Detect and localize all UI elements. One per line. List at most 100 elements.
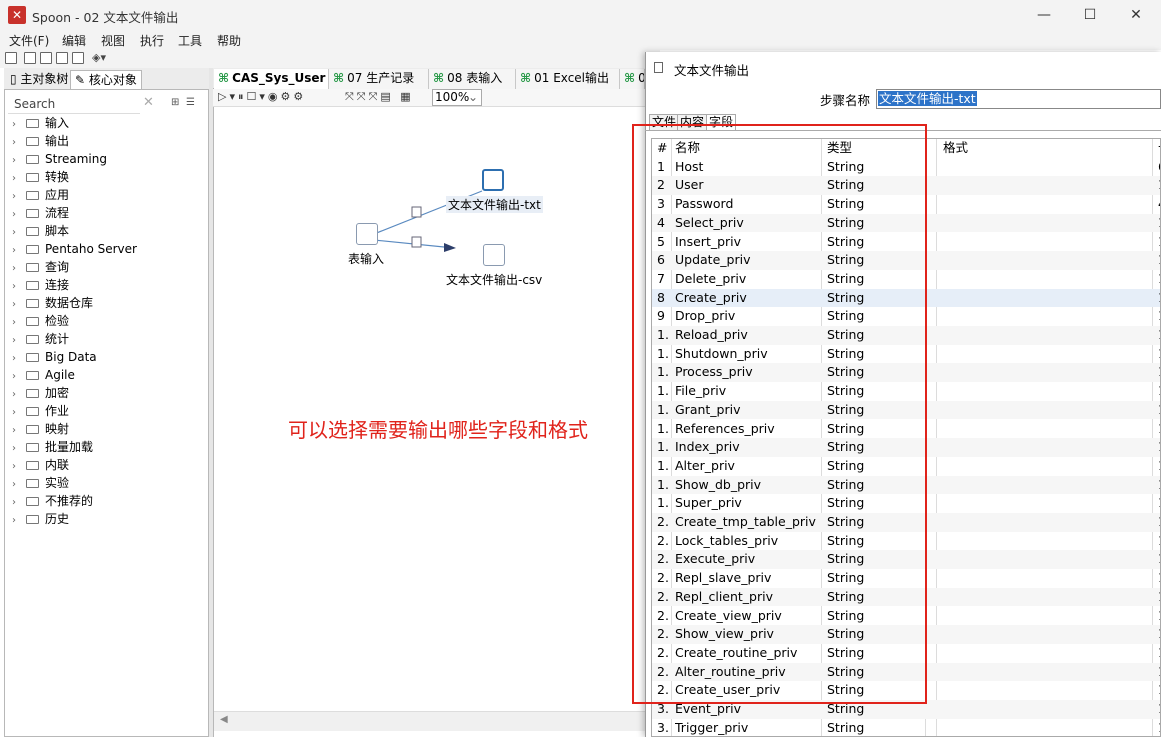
maximize-button[interactable]: ☐ [1067,0,1113,30]
chevron-right-icon[interactable]: › [12,512,26,530]
tab-overflow[interactable]: ⌘0 [620,69,645,89]
field-name-cell[interactable]: Trigger_priv [675,719,819,736]
tree-item[interactable]: › 加密 [12,384,69,402]
tree-item[interactable]: › 检验 [12,312,69,330]
scroll-left-icon[interactable]: ◀ [220,714,228,725]
save-as-icon[interactable] [72,52,84,64]
tree-item[interactable]: › 数据仓库 [12,294,93,312]
tree-item-label: 作业 [45,404,70,418]
field-format-cell[interactable] [943,700,1143,719]
tab-production-record[interactable]: ⌘ 07 生产记录 [329,69,429,89]
field-format-cell[interactable] [943,719,1143,736]
tree-item[interactable]: › 流程 [12,204,69,222]
menu-run[interactable]: 执行 [140,32,164,49]
close-button[interactable]: ✕ [1113,0,1159,30]
analyze-icons[interactable]: ⤧⤧⤧▤ ▦ [345,90,414,104]
new-file-icon[interactable] [5,52,17,64]
save-icon[interactable] [56,52,68,64]
tree-item[interactable]: › 作业 [12,402,69,420]
field-type-cell[interactable]: String [827,719,922,736]
field-format-cell[interactable] [943,494,1143,513]
horizontal-scrollbar[interactable] [214,711,660,731]
field-format-cell[interactable] [943,195,1143,214]
table-row[interactable]: 3.Trigger_privString1 [652,719,1160,736]
field-format-cell[interactable] [943,513,1143,532]
search-input[interactable]: Search [8,94,140,114]
collapse-all-icon[interactable]: ☰ [186,97,195,108]
tree-item[interactable]: › Pentaho Server [12,240,137,258]
field-format-cell[interactable] [943,214,1143,233]
field-format-cell[interactable] [943,681,1143,700]
field-format-cell[interactable] [943,457,1143,476]
menu-file[interactable]: 文件(F) [9,32,49,49]
open-file-icon[interactable] [24,52,36,64]
field-format-cell[interactable] [943,289,1143,308]
clear-search-icon[interactable]: ✕ [143,95,154,110]
tree-item[interactable]: › 历史 [12,510,69,528]
menu-edit[interactable]: 编辑 [62,32,86,49]
zoom-select[interactable]: 100% ⌄ [432,89,482,106]
tree-item[interactable]: › 不推荐的 [12,492,93,510]
folder-icon [26,497,39,506]
field-format-cell[interactable] [943,251,1143,270]
field-format-cell[interactable] [943,438,1143,457]
field-format-cell[interactable] [943,476,1143,495]
field-format-cell[interactable] [943,326,1143,345]
minimize-button[interactable]: — [1021,0,1067,30]
tree-item[interactable]: › Streaming [12,150,107,168]
step-name-value: 文本文件输出-txt [878,91,977,106]
field-format-cell[interactable] [943,270,1143,289]
step-name-input[interactable]: 文本文件输出-txt [876,89,1161,109]
field-format-cell[interactable] [943,588,1143,607]
menu-view[interactable]: 视图 [101,32,125,49]
field-format-cell[interactable] [943,663,1143,682]
field-format-cell[interactable] [943,307,1143,326]
folder-icon [26,191,39,200]
field-format-cell[interactable] [943,420,1143,439]
tree-item[interactable]: › 应用 [12,186,69,204]
tree-item[interactable]: › 实验 [12,474,69,492]
table-input-step-icon[interactable] [356,223,378,245]
field-format-cell[interactable] [943,644,1143,663]
tree-item[interactable]: › 查询 [12,258,69,276]
tree-item[interactable]: › 脚本 [12,222,69,240]
field-format-cell[interactable] [943,382,1143,401]
tree-item[interactable]: › 统计 [12,330,69,348]
tree-item[interactable]: › 输入 [12,114,69,132]
tree-item[interactable]: › 转换 [12,168,69,186]
menu-tools[interactable]: 工具 [178,32,202,49]
field-format-cell[interactable] [943,363,1143,382]
tab-cas-sys-user[interactable]: ⌘ CAS_Sys_User [214,69,329,89]
menu-help[interactable]: 帮助 [217,32,241,49]
tab-main-tree[interactable]: ▯ 主对象树 [6,70,72,89]
tree-item[interactable]: › 内联 [12,456,69,474]
tree-item-label: 内联 [45,458,70,472]
text-output-txt-step-icon[interactable] [482,169,504,191]
tree-item[interactable]: › 输出 [12,132,69,150]
field-format-cell[interactable] [943,158,1143,177]
tree-item[interactable]: › 批量加载 [12,438,93,456]
layers-dropdown-icon[interactable]: ◈▾ [92,51,106,64]
text-output-csv-step-icon[interactable] [483,244,505,266]
expand-all-icon[interactable]: ⊞ [171,97,179,108]
tree-item[interactable]: › 映射 [12,420,69,438]
field-format-cell[interactable] [943,176,1143,195]
tree-item[interactable]: › Big Data [12,348,97,366]
tab-table-input[interactable]: ⌘ 08 表输入 [429,69,516,89]
field-format-cell[interactable] [943,569,1143,588]
run-controls-icon[interactable]: ▷▾⏸☐▾◉⚙⚙ [218,90,306,104]
field-format-cell[interactable] [943,550,1143,569]
tab-excel-output[interactable]: ⌘ 01 Excel输出 [516,69,620,89]
field-format-cell[interactable] [943,607,1143,626]
explore-icon[interactable] [40,52,52,64]
field-format-cell[interactable] [943,401,1143,420]
tree-item[interactable]: › 连接 [12,276,69,294]
field-format-cell[interactable] [943,345,1143,364]
tab-core-objects[interactable]: ✎ 核心对象 [70,70,142,89]
col-header-format[interactable]: 格式 [943,139,1143,158]
field-format-cell[interactable] [943,233,1143,252]
field-format-cell[interactable] [943,532,1143,551]
field-format-cell[interactable] [943,625,1143,644]
tree-item[interactable]: › Agile [12,366,75,384]
folder-icon [26,353,39,362]
